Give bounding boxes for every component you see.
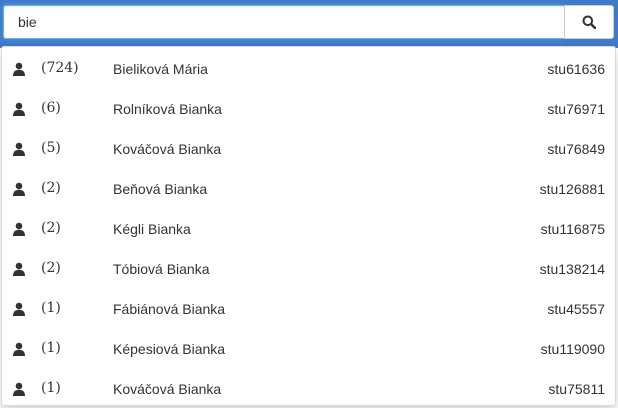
result-count: (1) <box>41 380 61 396</box>
result-item[interactable]: (2) Tóbiová Bianka stu138214 <box>2 249 615 289</box>
result-login: stu119090 <box>540 341 605 357</box>
result-name: Beňová Bianka <box>113 181 208 197</box>
result-login: stu76849 <box>547 141 605 157</box>
user-icon <box>13 222 25 236</box>
user-icon <box>13 382 25 396</box>
result-name: Rolníková Bianka <box>113 101 222 117</box>
search-button[interactable] <box>564 5 614 39</box>
result-name: Fábiánová Bianka <box>113 301 226 317</box>
result-name: Kégli Bianka <box>113 221 191 237</box>
result-login: stu75811 <box>548 381 605 397</box>
search-icon <box>582 15 596 29</box>
result-count: (2) <box>41 180 61 196</box>
result-item[interactable]: (2) Beňová Bianka stu126881 <box>2 169 615 209</box>
result-item[interactable]: (724) Bieliková Mária stu61636 <box>2 49 615 89</box>
result-count: (2) <box>41 220 61 236</box>
result-name: Kováčová Bianka <box>113 141 222 157</box>
user-icon <box>13 262 25 276</box>
result-item[interactable]: (1) Fábiánová Bianka stu45557 <box>2 289 615 329</box>
result-item[interactable]: (5) Kováčová Bianka stu76849 <box>2 129 615 169</box>
result-login: stu116875 <box>540 221 605 237</box>
user-icon <box>13 302 25 316</box>
user-icon <box>13 102 25 116</box>
result-name: Bieliková Mária <box>113 61 208 77</box>
user-icon <box>13 342 25 356</box>
result-login: stu45557 <box>547 301 605 317</box>
result-name: Kováčová Bianka <box>113 381 222 397</box>
result-item[interactable]: (1) Kováčová Bianka stu75811 <box>2 369 615 405</box>
search-input[interactable] <box>3 5 564 39</box>
result-login: stu76971 <box>547 101 605 117</box>
result-name: Tóbiová Bianka <box>113 261 210 277</box>
result-count: (1) <box>41 340 61 356</box>
result-item[interactable]: (2) Kégli Bianka stu116875 <box>2 209 615 249</box>
result-item[interactable]: (6) Rolníková Bianka stu76971 <box>2 89 615 129</box>
result-count: (5) <box>41 140 61 156</box>
result-login: stu126881 <box>539 181 605 197</box>
result-item[interactable]: (1) Képesiová Bianka stu119090 <box>2 329 615 369</box>
result-count: (2) <box>41 260 61 276</box>
result-list: (724) Bieliková Mária stu61636 (6) Rolní… <box>2 47 615 405</box>
result-count: (1) <box>41 300 61 316</box>
user-icon <box>13 142 25 156</box>
result-login: stu61636 <box>547 61 605 77</box>
search-bar <box>3 5 614 39</box>
user-icon <box>13 182 25 196</box>
result-count: (6) <box>41 100 61 116</box>
result-login: stu138214 <box>539 261 605 277</box>
autocomplete-dropdown: (724) Bieliková Mária stu61636 (6) Rolní… <box>1 46 616 406</box>
result-name: Képesiová Bianka <box>113 341 226 357</box>
result-count: (724) <box>41 60 79 76</box>
user-icon <box>13 62 25 76</box>
